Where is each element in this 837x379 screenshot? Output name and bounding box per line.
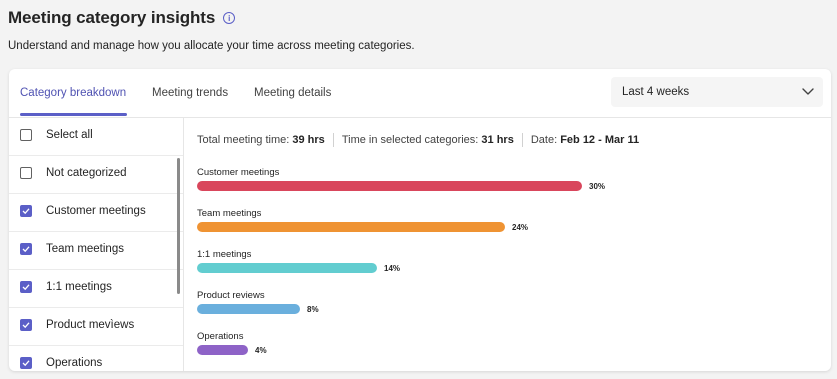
bar-row: 1:1 meetings 14% (197, 249, 827, 289)
page-header: Meeting category insights i (8, 8, 236, 28)
page-title: Meeting category insights (8, 8, 216, 27)
checkbox-checked[interactable] (20, 281, 32, 293)
date-range-dropdown[interactable]: Last 4 weeks (611, 77, 823, 107)
category-select-all[interactable]: Select all (9, 118, 183, 156)
category-label: 1:1 meetings (46, 281, 112, 293)
checkmark-icon (22, 360, 30, 367)
category-label: Team meetings (46, 243, 124, 255)
bar-value-label: 4% (255, 346, 267, 355)
page-subtitle: Understand and manage how you allocate y… (8, 40, 415, 52)
tab-meeting-details[interactable]: Meeting details (254, 87, 331, 99)
bar[interactable] (197, 263, 377, 273)
date-range-value: Last 4 weeks (622, 86, 690, 98)
category-not-categorized[interactable]: Not categorized (9, 156, 183, 194)
bar-row: Team meetings 24% (197, 208, 827, 248)
checkmark-icon (22, 322, 30, 329)
checkbox-checked[interactable] (20, 205, 32, 217)
bar-row: Operations 4% (197, 331, 827, 371)
checkbox-checked[interactable] (20, 357, 32, 369)
date-value: Feb 12 - Mar 11 (560, 134, 640, 146)
category-team-meetings[interactable]: Team meetings (9, 232, 183, 270)
checkmark-icon (22, 246, 30, 253)
selected-time-value: 31 hrs (481, 134, 514, 146)
bar[interactable] (197, 345, 248, 355)
category-operations[interactable]: Operations (9, 346, 183, 371)
category-label: Select all (46, 129, 93, 141)
category-product-reviews[interactable]: Product mevìews (9, 308, 183, 346)
bar-row: Customer meetings 30% (197, 167, 827, 207)
bar[interactable] (197, 222, 505, 232)
active-tab-indicator (20, 113, 127, 116)
bar-label: 1:1 meetings (197, 249, 252, 260)
checkbox[interactable] (20, 167, 32, 179)
bar[interactable] (197, 181, 582, 191)
tab-meeting-trends[interactable]: Meeting trends (152, 87, 228, 99)
category-customer-meetings[interactable]: Customer meetings (9, 194, 183, 232)
insights-card: Category breakdown Meeting trends Meetin… (9, 69, 831, 371)
checkmark-icon (22, 208, 30, 215)
tab-bar: Category breakdown Meeting trends Meetin… (9, 69, 831, 118)
category-label: Customer meetings (46, 205, 146, 217)
category-label: Operations (46, 357, 103, 369)
bar-label: Product reviews (197, 290, 265, 301)
chevron-down-icon (802, 88, 814, 95)
bar-value-label: 30% (589, 182, 606, 191)
category-one-on-one[interactable]: 1:1 meetings (9, 270, 183, 308)
total-time-label: Total meeting time: (197, 134, 290, 146)
checkbox-checked[interactable] (20, 319, 32, 331)
bar-label: Team meetings (197, 208, 262, 219)
bar-label: Operations (197, 331, 244, 342)
category-label: Product mevìews (46, 319, 135, 331)
bar-value-label: 14% (384, 264, 401, 273)
bar[interactable] (197, 304, 300, 314)
info-icon[interactable]: i (223, 12, 236, 24)
tab-category-breakdown[interactable]: Category breakdown (20, 87, 126, 99)
selected-time-label: Time in selected categories: (341, 134, 479, 146)
bar-row: Product reviews 8% (197, 290, 827, 330)
checkbox[interactable] (20, 129, 32, 141)
bar-value-label: 8% (307, 305, 319, 314)
category-list: Select all Not categorized Customer meet… (9, 118, 184, 371)
divider (521, 133, 523, 147)
date-label: Date: (530, 134, 558, 146)
checkmark-icon (22, 284, 30, 291)
category-bar-chart: Customer meetings 30% Team meetings 24% 1:1 … (197, 167, 827, 367)
category-label: Not categorized (46, 167, 127, 179)
checkbox-checked[interactable] (20, 243, 32, 255)
total-time-value: 39 hrs (292, 134, 325, 146)
summary-stats: Total meeting time: 39 hrs Time in selec… (197, 133, 639, 147)
divider (332, 133, 334, 147)
bar-label: Customer meetings (197, 167, 280, 178)
bar-value-label: 24% (512, 223, 529, 232)
scrollbar[interactable] (177, 158, 180, 294)
